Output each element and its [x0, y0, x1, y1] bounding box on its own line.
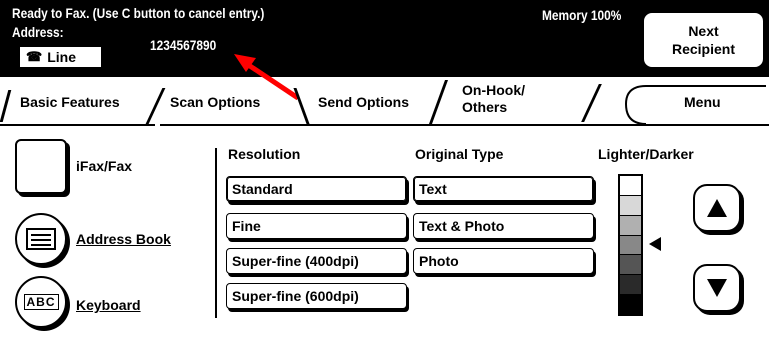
- tab-on-hook-others[interactable]: On-Hook/ Others: [462, 82, 525, 116]
- line-indicator[interactable]: ☎ Line: [19, 46, 102, 68]
- panel-divider: [215, 148, 217, 318]
- density-level-3: [620, 215, 641, 236]
- lighter-darker-title: Lighter/Darker: [598, 146, 694, 162]
- density-pointer-icon: [649, 237, 661, 251]
- ifax-fax-button[interactable]: [15, 139, 67, 194]
- density-scale: [618, 174, 643, 316]
- density-level-1: [620, 176, 641, 196]
- tab-divider: [428, 80, 449, 124]
- resolution-option-super-fine-600[interactable]: Super-fine (600dpi): [226, 283, 407, 309]
- next-recipient-button[interactable]: Next Recipient: [643, 12, 764, 68]
- original-type-option-text-photo[interactable]: Text & Photo: [413, 213, 594, 239]
- address-label: Address:: [12, 24, 64, 40]
- arrow-down-icon: [707, 279, 727, 297]
- status-bar: Ready to Fax. (Use C button to cancel en…: [0, 0, 769, 77]
- tab-send-options[interactable]: Send Options: [318, 94, 409, 111]
- resolution-option-super-fine-400[interactable]: Super-fine (400dpi): [226, 248, 407, 274]
- address-value: 1234567890: [150, 37, 217, 53]
- tab-bar-line: [160, 124, 769, 126]
- address-book-button[interactable]: [15, 213, 67, 265]
- tab-divider: [145, 88, 166, 124]
- status-message: Ready to Fax. (Use C button to cancel en…: [12, 5, 265, 21]
- tab-basic-features[interactable]: Basic Features: [20, 94, 120, 111]
- keyboard-label[interactable]: Keyboard: [76, 297, 141, 313]
- darker-down-button[interactable]: [693, 264, 741, 312]
- ifax-fax-label: iFax/Fax: [76, 158, 133, 174]
- keyboard-icon: ABC: [23, 294, 59, 310]
- resolution-option-standard[interactable]: Standard: [226, 176, 407, 202]
- arrow-up-icon: [707, 199, 727, 217]
- lighter-up-button[interactable]: [693, 184, 741, 232]
- original-type-option-text[interactable]: Text: [413, 176, 594, 202]
- fax-screen: Ready to Fax. (Use C button to cancel en…: [0, 0, 769, 342]
- memory-indicator: Memory 100%: [542, 7, 622, 23]
- line-label: Line: [47, 49, 76, 65]
- original-type-title: Original Type: [415, 146, 504, 162]
- density-level-6: [620, 275, 641, 296]
- original-type-option-photo[interactable]: Photo: [413, 248, 594, 274]
- keyboard-button[interactable]: ABC: [15, 276, 67, 328]
- resolution-option-fine[interactable]: Fine: [226, 213, 407, 239]
- pointer-arrow-shaft: [242, 59, 300, 101]
- tab-bar-line: [0, 124, 155, 126]
- phone-icon: ☎: [26, 49, 43, 64]
- density-level-7: [620, 295, 641, 315]
- address-book-icon: [26, 228, 56, 250]
- tab-divider: [0, 90, 12, 122]
- density-level-5: [620, 255, 641, 276]
- resolution-title: Resolution: [228, 146, 301, 162]
- menu-tab-outline: [624, 85, 766, 125]
- address-book-label[interactable]: Address Book: [76, 231, 171, 247]
- tab-divider: [581, 84, 602, 122]
- tab-scan-options[interactable]: Scan Options: [170, 94, 260, 111]
- density-level-4: [620, 235, 641, 256]
- density-level-2: [620, 195, 641, 216]
